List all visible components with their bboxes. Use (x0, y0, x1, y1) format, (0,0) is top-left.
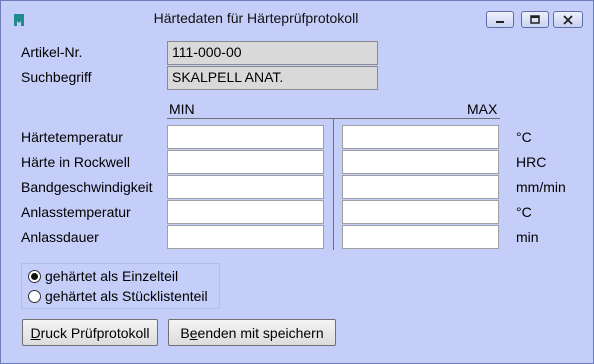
row-label: Härtetemperatur (21, 129, 123, 145)
minimize-button[interactable] (486, 11, 514, 28)
close-button[interactable] (553, 11, 583, 28)
row-label: Härte in Rockwell (21, 154, 130, 170)
artikel-field: 111-000-00 (167, 41, 378, 65)
suchbegriff-field: SKALPELL ANAT. (167, 66, 378, 90)
row-unit: °C (516, 129, 532, 145)
row-unit: mm/min (516, 179, 566, 195)
haerte-rockwell-min-input[interactable] (167, 150, 324, 174)
exit-button-prefix: B (180, 325, 190, 341)
haerte-rockwell-max-input[interactable] (342, 150, 499, 174)
max-column-header: MAX (467, 101, 498, 117)
radio-stuecklistenteil[interactable] (28, 290, 41, 303)
hardening-mode-group: gehärtet als Einzelteil gehärtet als Stü… (21, 263, 220, 309)
radio-einzelteil-label[interactable]: gehärtet als Einzelteil (45, 268, 178, 284)
print-button-mnemonic: D (30, 325, 41, 341)
minimize-icon (496, 20, 504, 23)
column-divider (333, 118, 334, 250)
radio-einzelteil[interactable] (28, 270, 41, 283)
haertetemperatur-max-input[interactable] (342, 125, 499, 149)
exit-button-mnemonic: e (189, 325, 198, 341)
haertetemperatur-min-input[interactable] (167, 125, 324, 149)
row-unit: °C (516, 204, 532, 220)
print-button-label: ruck Prüfprotokoll (40, 325, 150, 341)
dialog-window: Härtedaten für Härteprüfprotokoll Artike… (0, 0, 594, 364)
bandgeschwindigkeit-max-input[interactable] (342, 175, 499, 199)
window-title: Härtedaten für Härteprüfprotokoll (153, 10, 359, 26)
maximize-icon (530, 15, 540, 24)
row-unit: HRC (516, 154, 547, 170)
maximize-button[interactable] (521, 11, 549, 28)
row-label: Anlassdauer (21, 229, 99, 245)
title-bar[interactable]: Härtedaten für Härteprüfprotokoll (1, 1, 593, 36)
min-column-header: MIN (169, 101, 195, 117)
exit-button-label: enden mit speichern (197, 325, 324, 341)
anlassdauer-max-input[interactable] (342, 225, 499, 249)
anlassdauer-min-input[interactable] (167, 225, 324, 249)
print-protocol-button[interactable]: Druck Prüfprotokoll (22, 319, 158, 346)
row-label: Bandgeschwindigkeit (21, 179, 153, 195)
close-icon (563, 14, 573, 25)
anlasstemperatur-min-input[interactable] (167, 200, 324, 224)
artikel-label: Artikel-Nr. (21, 44, 83, 60)
row-unit: min (516, 229, 539, 245)
exit-save-button[interactable]: Beenden mit speichern (168, 319, 336, 346)
suchbegriff-label: Suchbegriff (21, 69, 92, 85)
bandgeschwindigkeit-min-input[interactable] (167, 175, 324, 199)
row-label: Anlasstemperatur (21, 204, 131, 220)
anlasstemperatur-max-input[interactable] (342, 200, 499, 224)
radio-stuecklistenteil-label[interactable]: gehärtet als Stücklistenteil (45, 288, 208, 304)
